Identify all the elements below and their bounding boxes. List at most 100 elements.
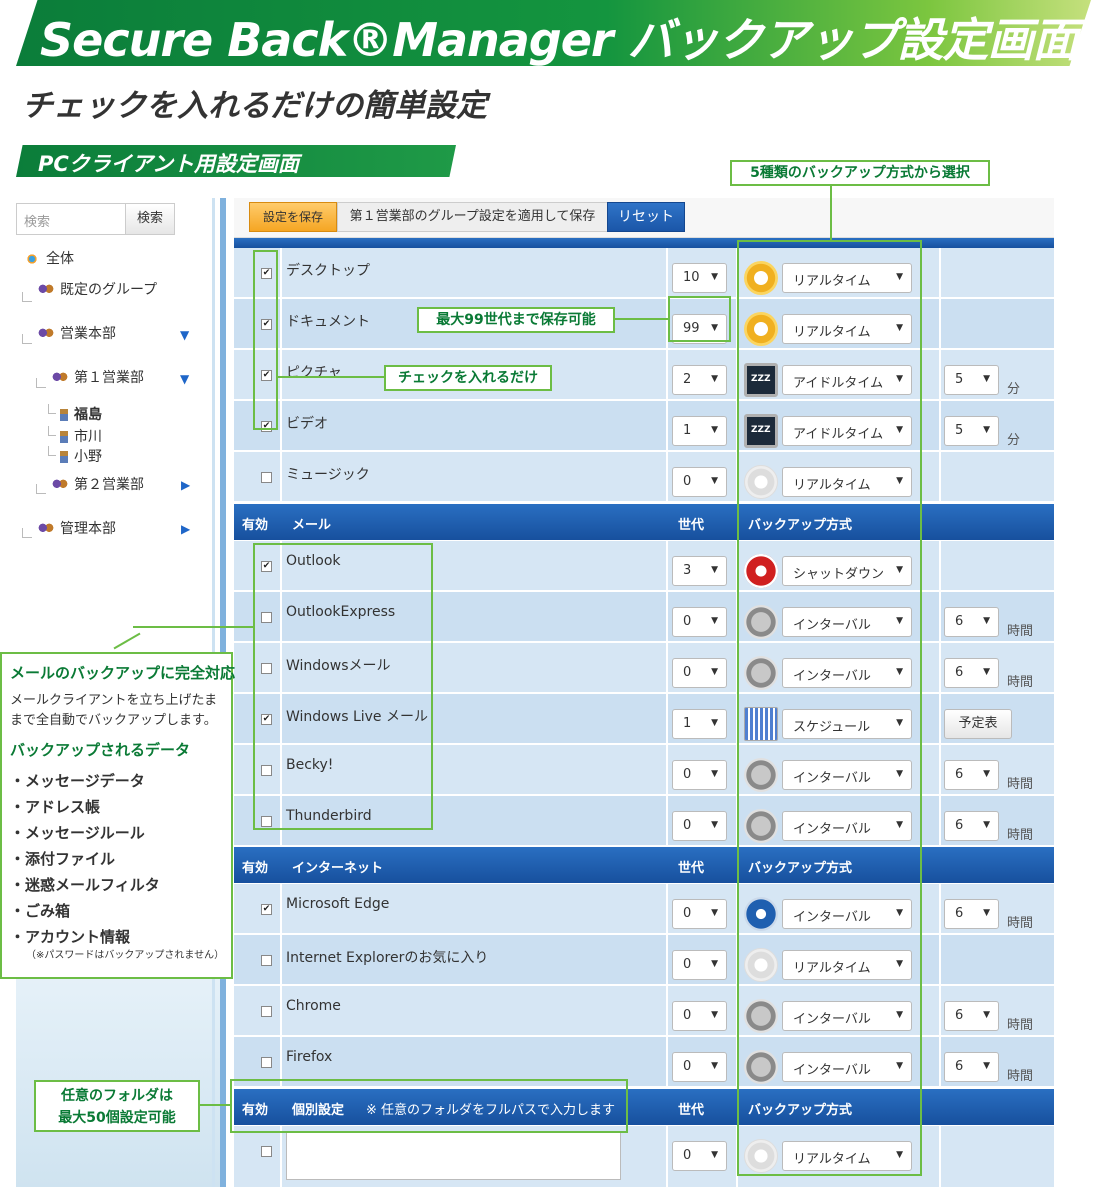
generation-select[interactable]: 0 (672, 607, 727, 637)
tree-item-admin-hq[interactable]: 管理本部 (38, 518, 116, 538)
table-row: Chrome0インターバル6時間 (234, 986, 1054, 1036)
interval-select[interactable]: 5 (944, 365, 999, 395)
tree-item-ono[interactable]: 小野 (60, 446, 102, 466)
tree-item-fukushima[interactable]: 福島 (60, 404, 102, 424)
column-divider (666, 1037, 668, 1086)
header-generation: 世代 (678, 861, 705, 876)
generation-select[interactable]: 0 (672, 899, 727, 929)
interval-select[interactable]: 6 (944, 760, 999, 790)
search-button[interactable]: 検索 (125, 203, 175, 235)
table-row: デスクトップ10リアルタイム (234, 248, 1054, 298)
generation-select[interactable]: 2 (672, 365, 727, 395)
generation-select[interactable]: 0 (672, 1001, 727, 1031)
enable-checkbox[interactable] (261, 472, 272, 483)
column-divider (666, 401, 668, 450)
callout-methods: 5種類のバックアップ方式から選択 (730, 160, 990, 186)
chevron-down-icon[interactable]: ▼ (180, 328, 189, 342)
generation-select[interactable]: 0 (672, 467, 727, 497)
apply-group-save-button[interactable]: 第１営業部のグループ設定を適用して保存 (337, 202, 608, 232)
tree-item-ichikawa[interactable]: 市川 (60, 426, 102, 446)
info-list-item: ・アドレス帳 (10, 798, 101, 816)
enable-checkbox[interactable] (261, 1057, 272, 1068)
enable-checkbox[interactable] (261, 904, 272, 915)
search-input[interactable]: 検索 (16, 203, 126, 235)
generation-select[interactable]: 1 (672, 416, 727, 446)
tree-connector (22, 334, 32, 344)
generation-select[interactable]: 0 (672, 811, 727, 841)
column-divider (280, 299, 282, 348)
mail-info-box: メールのバックアップに完全対応 メールクライアントを立ち上げたままで全自動でバッ… (0, 652, 236, 979)
generation-select[interactable]: 3 (672, 556, 727, 586)
tree-item-default-group[interactable]: 既定のグループ (38, 279, 157, 299)
group-icon (38, 328, 54, 340)
generation-select[interactable]: 0 (672, 950, 727, 980)
row-label: Internet Explorerのお気に入り (286, 950, 489, 966)
column-divider (666, 986, 668, 1035)
info-list-item: ・アカウント情報 (10, 928, 131, 946)
leader-line (200, 1104, 230, 1106)
generation-select[interactable]: 1 (672, 709, 727, 739)
tree-item-sales-hq[interactable]: 営業本部 (38, 323, 116, 343)
column-divider (280, 884, 282, 933)
header-generation: 世代 (678, 518, 705, 533)
interval-select[interactable]: 5 (944, 416, 999, 446)
chevron-right-icon[interactable]: ▶ (181, 522, 190, 536)
callout-99-generations: 最大99世代まで保存可能 (417, 307, 615, 333)
folder-path-textarea[interactable] (286, 1132, 621, 1180)
interval-unit: 分 (1007, 382, 1021, 397)
column-divider (666, 643, 668, 692)
column-divider (666, 350, 668, 399)
header-generation: 世代 (678, 1103, 705, 1118)
enable-checkbox[interactable] (261, 1146, 272, 1157)
row-label: ドキュメント (286, 314, 370, 330)
column-divider (939, 299, 941, 348)
chevron-down-icon[interactable]: ▼ (180, 372, 189, 386)
enable-checkbox[interactable] (261, 955, 272, 966)
info-title: メールのバックアップに完全対応 (10, 664, 236, 682)
interval-select[interactable]: 6 (944, 1001, 999, 1031)
generation-select[interactable]: 0 (672, 760, 727, 790)
column-divider (666, 884, 668, 933)
generation-select[interactable]: 0 (672, 1141, 727, 1171)
save-button[interactable]: 設定を保存 (249, 202, 337, 232)
row-label: Firefox (286, 1049, 333, 1065)
column-divider (939, 884, 941, 933)
tree-item-sales2[interactable]: 第２営業部 (52, 474, 144, 494)
interval-select[interactable]: 6 (944, 1052, 999, 1082)
column-divider (666, 694, 668, 743)
info-list-item: ・メッセージデータ (10, 772, 145, 790)
column-divider (939, 541, 941, 590)
enable-checkbox[interactable] (261, 1006, 272, 1017)
interval-unit: 時間 (1007, 624, 1034, 639)
table-row: ビデオ1アイドルタイム5分 (234, 401, 1054, 451)
row-label: ピクチャ (286, 365, 342, 381)
column-divider (280, 1126, 282, 1187)
interval-select[interactable]: 6 (944, 607, 999, 637)
schedule-button[interactable]: 予定表 (944, 709, 1012, 739)
table-row: Internet Explorerのお気に入り0リアルタイム (234, 935, 1054, 985)
column-divider (280, 248, 282, 297)
generation-select[interactable]: 0 (672, 658, 727, 688)
callout-check: チェックを入れるだけ (384, 365, 552, 391)
interval-unit: 時間 (1007, 1018, 1034, 1033)
user-icon (60, 451, 68, 463)
generation-select[interactable]: 10 (672, 263, 727, 293)
group-icon (52, 372, 68, 384)
tree-connector (36, 378, 46, 388)
interval-select[interactable]: 6 (944, 658, 999, 688)
tree-connector (48, 404, 56, 414)
section-header: 有効 インターネット 世代 バックアップ方式 (234, 847, 1054, 883)
interval-select[interactable]: 6 (944, 899, 999, 929)
column-divider (939, 935, 941, 984)
reset-button[interactable]: リセット (607, 202, 685, 232)
generation-select[interactable]: 0 (672, 1052, 727, 1082)
tree-item-sales1[interactable]: 第１営業部 (52, 367, 144, 387)
interval-select[interactable]: 6 (944, 811, 999, 841)
tree-item-all[interactable]: 全体 (24, 248, 74, 268)
tree-connector (36, 484, 46, 494)
chevron-right-icon[interactable]: ▶ (181, 478, 190, 492)
method-highlight-box (737, 240, 922, 1176)
info-description: メールクライアントを立ち上げたままで全自動でバックアップします。 (10, 693, 218, 728)
column-divider (280, 350, 282, 399)
custom-header-highlight-box (230, 1079, 628, 1133)
